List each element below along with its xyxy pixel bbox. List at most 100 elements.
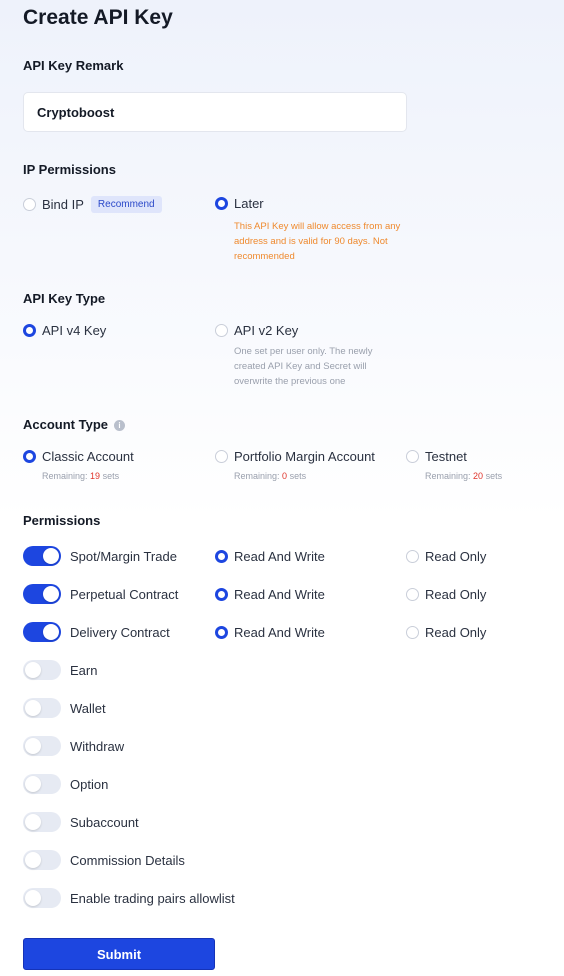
permission-row-subaccount: Subaccount [23,812,139,832]
read-only-label: Read Only [425,549,487,564]
ip-permissions-label: IP Permissions [23,162,116,177]
withdraw-label: Withdraw [70,738,125,754]
later-option[interactable]: Later [215,196,264,211]
testnet-radio[interactable] [406,450,419,463]
remark-input-value: Cryptoboost [37,104,115,120]
later-label: Later [234,196,264,211]
toggle-knob [43,624,59,640]
remaining-prefix: Remaining: [425,471,471,481]
read-only-label: Read Only [425,625,487,640]
permissions-label: Permissions [23,513,101,528]
api-v2-label: API v2 Key [234,323,299,338]
perpetual-read-only-option[interactable]: Read Only [406,587,486,602]
withdraw-toggle[interactable] [23,736,61,756]
classic-account-radio[interactable] [23,450,36,463]
toggle-knob [25,890,41,906]
permission-row-spot-margin: Spot/Margin Trade [23,546,177,566]
remaining-count: 19 [90,471,101,481]
api-v4-option[interactable]: API v4 Key [23,323,106,338]
toggle-knob [25,852,41,868]
spot-margin-toggle[interactable] [23,546,61,566]
testnet-label: Testnet [425,449,467,464]
portfolio-margin-radio[interactable] [215,450,228,463]
api-v2-radio[interactable] [215,324,228,337]
remark-input[interactable]: Cryptoboost [23,92,407,132]
permission-row-allowlist: Enable trading pairs allowlist [23,888,235,908]
perpetual-label: Perpetual Contract [70,586,179,602]
remaining-count: 0 [282,471,288,481]
read-only-label: Read Only [425,587,487,602]
remaining-count: 20 [473,471,484,481]
recommend-badge: Recommend [90,196,162,213]
remaining-suffix: sets [289,471,307,481]
spot-margin-label: Spot/Margin Trade [70,548,177,564]
spot-margin-read-only-option[interactable]: Read Only [406,549,486,564]
delivery-read-only-option[interactable]: Read Only [406,625,486,640]
api-v2-option[interactable]: API v2 Key [215,323,298,338]
delivery-read-only-radio[interactable] [406,626,419,639]
page-title: Create API Key [23,6,173,29]
remark-label: API Key Remark [23,58,124,73]
allowlist-label: Enable trading pairs allowlist [70,890,235,906]
earn-label: Earn [70,662,98,678]
toggle-knob [43,548,59,564]
remaining-suffix: sets [102,471,120,481]
toggle-knob [25,662,41,678]
portfolio-margin-label: Portfolio Margin Account [234,449,375,464]
permission-row-withdraw: Withdraw [23,736,124,756]
toggle-knob [25,814,41,830]
earn-toggle[interactable] [23,660,61,680]
spot-margin-read-write-radio[interactable] [215,550,228,563]
read-write-label: Read And Write [234,587,325,602]
perpetual-read-write-option[interactable]: Read And Write [215,587,325,602]
perpetual-read-write-radio[interactable] [215,588,228,601]
permission-row-delivery: Delivery Contract [23,622,170,642]
wallet-label: Wallet [70,700,106,716]
bind-ip-option[interactable]: Bind IP Recommend [23,196,162,213]
key-type-label: API Key Type [23,291,106,306]
api-v4-label: API v4 Key [42,323,107,338]
subaccount-toggle[interactable] [23,812,61,832]
info-icon[interactable]: i [114,420,125,432]
submit-button[interactable]: Submit [23,938,215,970]
remaining-suffix: sets [485,471,503,481]
perpetual-toggle[interactable] [23,584,61,604]
bind-ip-radio[interactable] [23,198,36,211]
account-type-label-text: Account Type [23,417,108,432]
permission-row-commission: Commission Details [23,850,185,870]
spot-margin-read-write-option[interactable]: Read And Write [215,549,325,564]
testnet-option[interactable]: Testnet [406,449,467,464]
portfolio-remaining: Remaining: 0 sets [234,471,306,481]
commission-label: Commission Details [70,852,185,868]
classic-remaining: Remaining: 19 sets [42,471,119,481]
permission-row-perpetual: Perpetual Contract [23,584,178,604]
api-v4-radio[interactable] [23,324,36,337]
read-write-label: Read And Write [234,549,325,564]
portfolio-margin-option[interactable]: Portfolio Margin Account [215,449,375,464]
subaccount-label: Subaccount [70,814,139,830]
perpetual-read-only-radio[interactable] [406,588,419,601]
read-write-label: Read And Write [234,625,325,640]
permission-row-option: Option [23,774,108,794]
toggle-knob [25,738,41,754]
wallet-toggle[interactable] [23,698,61,718]
delivery-read-write-option[interactable]: Read And Write [215,625,325,640]
toggle-knob [25,700,41,716]
delivery-toggle[interactable] [23,622,61,642]
delivery-read-write-radio[interactable] [215,626,228,639]
classic-account-option[interactable]: Classic Account [23,449,134,464]
classic-account-label: Classic Account [42,449,134,464]
option-label: Option [70,776,109,792]
toggle-knob [25,776,41,792]
permission-row-earn: Earn [23,660,97,680]
commission-toggle[interactable] [23,850,61,870]
option-toggle[interactable] [23,774,61,794]
permission-row-wallet: Wallet [23,698,106,718]
remaining-prefix: Remaining: [234,471,280,481]
delivery-label: Delivery Contract [70,624,170,640]
later-radio[interactable] [215,197,228,210]
api-v2-note: One set per user only. The newly created… [234,346,373,387]
toggle-knob [43,586,59,602]
allowlist-toggle[interactable] [23,888,61,908]
spot-margin-read-only-radio[interactable] [406,550,419,563]
